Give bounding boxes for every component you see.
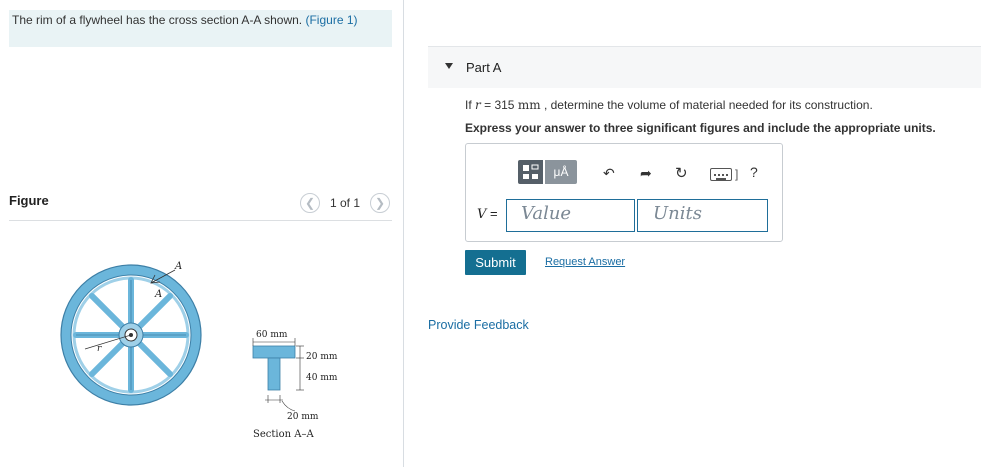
answer-instruction: Express your answer to three significant…	[465, 121, 936, 135]
answer-equals: =	[490, 206, 498, 221]
section-caption: Section A–A	[253, 429, 314, 440]
templates-button[interactable]	[518, 160, 543, 184]
flywheel-drawing: A A r	[60, 261, 202, 406]
section-label-a-top: A	[174, 261, 182, 272]
dim-60-label: 60 mm	[256, 330, 288, 340]
flywheel-figure: A A r 60 mm 20 mm 40 mm 20 mm Section A–…	[60, 261, 338, 440]
part-a-header[interactable]	[428, 46, 981, 88]
greek-symbols-icon: μÅ	[553, 165, 569, 179]
chevron-right-icon: ❯	[374, 196, 386, 210]
value-input[interactable]: Value	[506, 199, 635, 232]
redo-icon[interactable]: ➦	[640, 165, 652, 182]
cross-section-drawing: 60 mm 20 mm 40 mm 20 mm Section A–A	[252, 330, 338, 440]
prev-figure-button[interactable]: ❮	[300, 193, 320, 213]
help-icon[interactable]: ?	[750, 164, 758, 180]
question-equals: = 315	[484, 98, 515, 112]
problem-statement: The rim of a flywheel has the cross sect…	[12, 13, 358, 27]
provide-feedback-link[interactable]: Provide Feedback	[428, 318, 529, 332]
question-unit: mm	[517, 98, 541, 112]
figure-page-counter: 1 of 1	[330, 196, 361, 210]
next-figure-button[interactable]: ❯	[370, 193, 390, 213]
panel-divider	[403, 0, 404, 467]
question-prefix: If	[465, 98, 472, 112]
figure-divider	[9, 220, 392, 221]
part-title: Part A	[466, 60, 502, 75]
reset-icon[interactable]: ↻	[675, 164, 688, 182]
dim-40-label: 40 mm	[306, 373, 338, 383]
keyboard-icon[interactable]	[710, 168, 732, 181]
figure-heading: Figure	[9, 193, 49, 208]
question-variable: r	[475, 98, 481, 112]
radius-label: r	[97, 344, 102, 354]
greek-symbols-button[interactable]: μÅ	[545, 160, 577, 184]
request-answer-link[interactable]: Request Answer	[545, 256, 625, 268]
dim-20-bottom-label: 20 mm	[287, 412, 319, 422]
section-label-a-bottom: A	[154, 289, 162, 300]
answer-variable-label: V =	[477, 206, 498, 222]
problem-text: The rim of a flywheel has the cross sect…	[12, 13, 303, 27]
templates-icon	[523, 164, 539, 179]
units-input[interactable]: Units	[637, 199, 768, 232]
caret-down-icon[interactable]	[445, 63, 453, 69]
question-text: If r = 315 mm , determine the volume of …	[465, 98, 873, 112]
dim-20-top-label: 20 mm	[306, 352, 338, 362]
question-suffix: , determine the volume of material neede…	[543, 98, 873, 112]
keyboard-separator: ]	[735, 167, 739, 181]
undo-icon[interactable]: ↶	[603, 165, 615, 182]
submit-button[interactable]: Submit	[465, 250, 526, 275]
answer-variable: V	[477, 207, 487, 222]
chevron-left-icon: ❮	[304, 196, 316, 210]
figure-link[interactable]: (Figure 1)	[305, 13, 357, 27]
